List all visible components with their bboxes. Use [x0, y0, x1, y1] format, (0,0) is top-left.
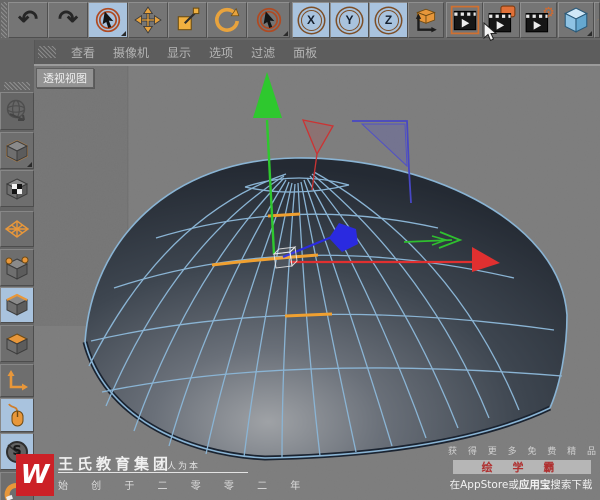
points-mode-button[interactable]	[0, 249, 34, 286]
rotate-tool-button[interactable]	[207, 2, 247, 38]
add-primitive-cube-button[interactable]	[558, 2, 594, 38]
x-axis-lock-button[interactable]: X	[292, 2, 330, 38]
render-picture-viewer-icon	[488, 5, 515, 33]
workplane-mode-button[interactable]	[0, 211, 34, 247]
cube-primitive-icon	[564, 7, 588, 33]
sidebar-grip[interactable]	[4, 82, 30, 90]
flyout-indicator	[121, 31, 126, 36]
scale-icon	[177, 7, 199, 31]
render-view-icon	[450, 5, 479, 35]
enable-axis-button[interactable]	[0, 364, 34, 397]
render-settings-button[interactable]: ⚙	[520, 2, 557, 38]
redo-icon: ↷	[57, 6, 79, 33]
menu-display[interactable]: 显示	[158, 41, 200, 64]
menu-view[interactable]: 查看	[62, 41, 104, 64]
c4d-window: ↶ ↷ X Y Z ⚙ 查看 摄像机 显示 选项 过滤 面板 S 透视视图 W …	[0, 0, 600, 500]
coordinate-system-icon	[415, 8, 437, 33]
menu-panel[interactable]: 面板	[284, 41, 326, 64]
render-picture-viewer-button[interactable]	[483, 2, 520, 38]
add-spline-button[interactable]	[594, 2, 600, 38]
undo-icon: ↶	[17, 6, 39, 33]
selection-cursor-icon	[95, 7, 121, 33]
texture-mode-button[interactable]	[0, 170, 34, 207]
snap-s-button[interactable]: S	[0, 433, 34, 470]
z-axis-icon: Z	[378, 9, 399, 31]
flyout-indicator	[283, 31, 288, 36]
model-mode-cube-icon	[5, 139, 29, 162]
flyout-indicator	[587, 31, 592, 36]
flyout-indicator	[27, 463, 32, 468]
scene-3d	[34, 66, 600, 500]
menu-camera[interactable]: 摄像机	[104, 41, 158, 64]
undo-button[interactable]: ↶	[8, 2, 48, 38]
model-mode-button[interactable]	[0, 132, 34, 169]
viewport-label[interactable]: 透视视图	[36, 68, 94, 88]
mode-toolbar: S	[0, 40, 35, 500]
edges-mode-cube-icon	[5, 293, 29, 316]
coordinate-system-button[interactable]	[408, 2, 444, 38]
workplane-grid-icon	[4, 220, 30, 238]
make-editable-button[interactable]	[0, 92, 34, 130]
selection-tool-button[interactable]	[247, 2, 290, 38]
flyout-indicator	[27, 162, 32, 167]
redo-button[interactable]: ↷	[48, 2, 88, 38]
menu-options[interactable]: 选项	[200, 41, 242, 64]
make-editable-globe-icon	[6, 99, 26, 121]
toolbar-grip[interactable]	[1, 2, 7, 38]
live-selection-button[interactable]	[88, 2, 128, 38]
polygons-mode-button[interactable]	[0, 325, 34, 362]
render-view-button[interactable]	[446, 2, 483, 38]
menubar-grip[interactable]	[38, 46, 56, 58]
spline-pen-icon	[597, 19, 599, 21]
edges-mode-button[interactable]	[0, 287, 34, 323]
polygons-mode-cube-icon	[5, 332, 29, 355]
gizmo-origin-handle[interactable]	[272, 245, 298, 269]
render-settings-icon: ⚙	[525, 5, 554, 33]
checkerboard-icon	[12, 183, 22, 194]
top-toolbar: ↶ ↷ X Y Z ⚙	[0, 0, 600, 41]
move-icon	[134, 6, 162, 34]
x-axis-icon: X	[300, 9, 322, 31]
move-tool-button[interactable]	[128, 2, 168, 38]
axis-icon	[7, 369, 28, 390]
points-mode-cube-icon	[5, 256, 29, 280]
perspective-viewport[interactable]: 透视视图	[34, 64, 600, 500]
menu-filter[interactable]: 过滤	[242, 41, 284, 64]
y-axis-lock-button[interactable]: Y	[330, 2, 369, 38]
y-axis-icon: Y	[339, 9, 360, 31]
z-axis-lock-button[interactable]: Z	[369, 2, 408, 38]
selection-cursor-icon	[256, 7, 281, 33]
snapping-magnet-button[interactable]	[0, 472, 34, 500]
viewport-menubar: 查看 摄像机 显示 选项 过滤 面板	[34, 40, 600, 64]
scale-tool-button[interactable]	[168, 2, 207, 38]
texture-mode-cube-icon	[5, 177, 29, 200]
mouse-interaction-button[interactable]	[0, 398, 34, 432]
mouse-icon	[8, 403, 24, 427]
snap-letter: S	[12, 444, 22, 459]
magnet-icon	[4, 483, 28, 500]
rotate-icon	[215, 7, 240, 32]
